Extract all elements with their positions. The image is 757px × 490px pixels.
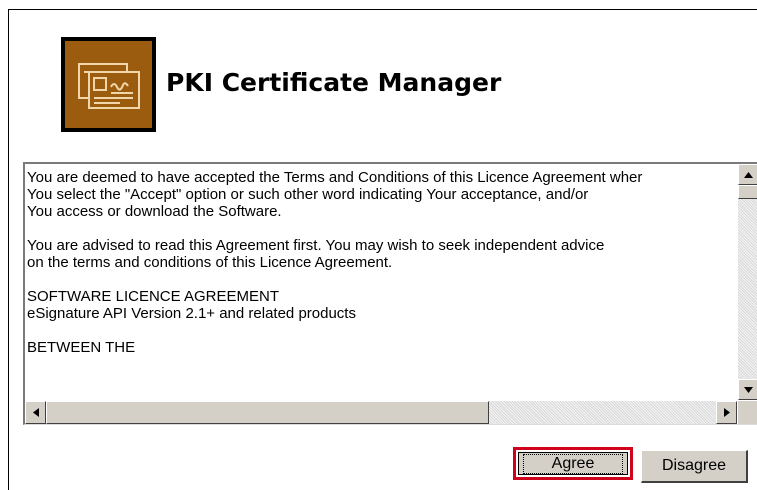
scroll-up-button[interactable]: [738, 164, 757, 185]
licence-line: You are advised to read this Agreement f…: [27, 237, 605, 254]
scroll-down-button[interactable]: [738, 379, 757, 400]
licence-line: You select the "Accept" option or such o…: [27, 186, 589, 203]
disagree-button-label: Disagree: [661, 457, 727, 474]
licence-text-box[interactable]: You are deemed to have accepted the Term…: [23, 162, 757, 425]
installer-window: PKI Certificate Manager You are deemed t…: [8, 9, 757, 490]
vertical-scroll-thumb[interactable]: [738, 185, 757, 199]
arrow-down-icon: [744, 386, 753, 393]
arrow-right-icon: [723, 408, 730, 417]
scrollbar-corner: [738, 401, 757, 424]
licence-line: eSignature API Version 2.1+ and related …: [27, 305, 356, 322]
certificate-icon: [78, 63, 140, 109]
licence-line: You are deemed to have accepted the Term…: [27, 169, 643, 186]
arrow-up-icon: [744, 171, 753, 178]
licence-paragraph: You are deemed to have accepted the Term…: [27, 169, 737, 220]
horizontal-scroll-thumb[interactable]: [46, 401, 489, 424]
licence-paragraph: SOFTWARE LICENCE AGREEMENT eSignature AP…: [27, 288, 737, 322]
licence-text: You are deemed to have accepted the Term…: [25, 164, 737, 400]
scroll-right-button[interactable]: [716, 401, 737, 424]
arrow-left-icon: [32, 408, 39, 417]
app-title: PKI Certificate Manager: [166, 68, 502, 97]
agree-button-label: Agree: [522, 453, 624, 474]
horizontal-scrollbar[interactable]: [25, 401, 737, 424]
licence-paragraph: You are advised to read this Agreement f…: [27, 237, 737, 271]
vertical-scrollbar[interactable]: [738, 164, 757, 400]
licence-paragraph: BETWEEN THE: [27, 339, 737, 356]
app-logo: [61, 37, 156, 132]
licence-line: on the terms and conditions of this Lice…: [27, 254, 393, 271]
licence-line: You access or download the Software.: [27, 203, 282, 220]
licence-line: SOFTWARE LICENCE AGREEMENT: [27, 288, 279, 305]
disagree-button[interactable]: Disagree: [641, 450, 748, 483]
licence-line: BETWEEN THE: [27, 339, 136, 356]
agree-button[interactable]: Agree: [513, 447, 633, 480]
scroll-left-button[interactable]: [25, 401, 46, 424]
